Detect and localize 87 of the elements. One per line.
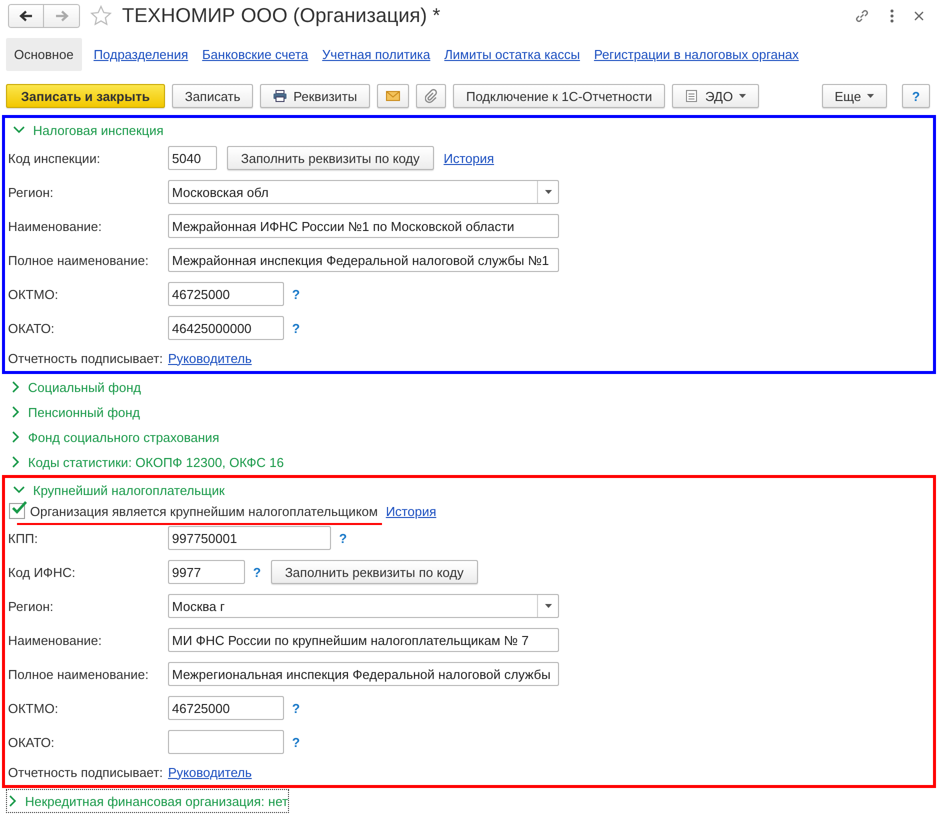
signer-link[interactable]: Руководитель bbox=[168, 350, 252, 366]
dropdown-icon bbox=[544, 604, 552, 608]
section-header[interactable]: Пенсионный фонд bbox=[6, 400, 142, 424]
caret-icon bbox=[867, 94, 874, 98]
chevron-right-icon bbox=[12, 406, 20, 418]
region-select[interactable]: Москва г bbox=[168, 594, 559, 618]
chevron-right-icon bbox=[9, 795, 17, 807]
print-button[interactable]: Реквизиты bbox=[260, 84, 370, 108]
input-field[interactable]: Межрайонная инспекция Федеральной налоговой службы №1 bbox=[168, 248, 559, 272]
input-field[interactable]: Межрегиональная инспекция Федеральной налоговой службы bbox=[168, 662, 559, 686]
section-header[interactable]: Коды статистики: ОКОПФ 12300, ОКФС 16 bbox=[6, 450, 285, 474]
back-arrow-icon bbox=[19, 10, 33, 22]
input-field[interactable]: 997750001 bbox=[168, 526, 331, 550]
save-and-close-button[interactable]: Записать и закрыть bbox=[6, 84, 165, 108]
field-label: ОКАТО: bbox=[7, 320, 56, 336]
history-link[interactable]: История bbox=[386, 504, 436, 518]
help-link[interactable]: ? bbox=[292, 734, 300, 750]
checkbox-label[interactable]: Организация является крупнейшим налогоплательщиком bbox=[30, 504, 378, 518]
field-label: Код ИФНС: bbox=[7, 564, 76, 580]
paperclip-icon bbox=[425, 89, 438, 103]
document-icon bbox=[685, 89, 700, 103]
email-button[interactable] bbox=[377, 84, 410, 108]
checkbox[interactable] bbox=[9, 503, 25, 519]
window-title: ТЕХНОМИР ООО (Организация) * bbox=[122, 4, 440, 28]
field-label: Наименование: bbox=[7, 632, 103, 648]
tab[interactable]: Регистрации в налоговых органах bbox=[592, 38, 801, 70]
chevron-right-icon bbox=[12, 381, 20, 393]
link-icon[interactable] bbox=[854, 8, 870, 24]
fill-by-code-button[interactable]: Заполнить реквизиты по коду bbox=[227, 146, 434, 170]
section-header[interactable]: Социальный фонд bbox=[6, 375, 142, 399]
star-icon[interactable] bbox=[90, 5, 112, 27]
field-label: КПП: bbox=[7, 530, 39, 546]
field-label: Полное наименование: bbox=[7, 252, 150, 268]
help-link[interactable]: ? bbox=[292, 286, 300, 302]
field-label: ОКТМО: bbox=[7, 700, 60, 716]
more-menu-button[interactable]: Еще bbox=[822, 84, 888, 108]
more-icon[interactable] bbox=[890, 9, 894, 23]
tab[interactable]: Основное bbox=[6, 38, 82, 70]
caret-icon bbox=[738, 94, 746, 98]
tab[interactable]: Подразделения bbox=[92, 38, 190, 70]
input-field[interactable]: Межрайонная ИФНС России №1 по Московской области bbox=[168, 214, 559, 238]
dropdown-icon bbox=[544, 190, 552, 194]
signer-link[interactable]: Руководитель bbox=[168, 764, 252, 780]
field-label: Полное наименование: bbox=[7, 666, 150, 682]
edo-menu-button[interactable]: ЭДО bbox=[672, 84, 759, 108]
field-label: ОКТМО: bbox=[7, 286, 60, 302]
chevron-right-icon bbox=[12, 431, 20, 443]
help-link[interactable]: ? bbox=[253, 564, 261, 580]
fill-by-code-button[interactable]: Заполнить реквизиты по коду bbox=[270, 560, 478, 584]
attach-button[interactable] bbox=[416, 84, 446, 108]
help-link[interactable]: ? bbox=[292, 320, 300, 336]
section-header[interactable]: Налоговая инспекция bbox=[7, 119, 165, 141]
chevron-down-icon bbox=[13, 486, 25, 494]
input-field[interactable]: МИ ФНС России по крупнейшим налогоплательщикам № 7 bbox=[168, 628, 559, 652]
field-label: Наименование: bbox=[7, 218, 103, 234]
field-label: Отчетность подписывает: bbox=[7, 350, 164, 366]
chevron-down-icon bbox=[13, 126, 25, 134]
input-field[interactable]: 46725000 bbox=[168, 282, 284, 306]
input-field[interactable]: 5040 bbox=[168, 146, 217, 170]
field-label: Регион: bbox=[7, 598, 54, 614]
section-header[interactable]: Фонд социального страхования bbox=[6, 425, 220, 449]
help-button[interactable]: ? bbox=[902, 84, 930, 108]
section-header[interactable]: Некредитная финансовая организация: нет bbox=[6, 789, 290, 813]
field-label: Регион: bbox=[7, 184, 54, 200]
tab[interactable]: Учетная политика bbox=[320, 38, 432, 70]
chevron-right-icon bbox=[12, 456, 20, 468]
input-field[interactable]: 46425000000 bbox=[168, 316, 284, 340]
field-label: Отчетность подписывает: bbox=[7, 764, 164, 780]
printer-icon bbox=[273, 90, 288, 102]
input-field[interactable] bbox=[168, 730, 284, 754]
toolbar-button[interactable]: Записать bbox=[172, 84, 254, 108]
field-label: Код инспекции: bbox=[7, 150, 102, 166]
section-header[interactable]: Крупнейший налогоплательщик bbox=[7, 479, 226, 501]
envelope-icon bbox=[386, 91, 400, 101]
back-button[interactable] bbox=[8, 4, 44, 28]
history-link[interactable]: История bbox=[444, 150, 494, 166]
close-icon[interactable] bbox=[914, 11, 924, 21]
region-select[interactable]: Московская обл bbox=[168, 180, 559, 204]
help-link[interactable]: ? bbox=[292, 700, 300, 716]
help-link[interactable]: ? bbox=[339, 530, 347, 546]
forward-arrow-icon bbox=[54, 10, 68, 22]
input-field[interactable]: 46725000 bbox=[168, 696, 284, 720]
input-field[interactable]: 9977 bbox=[168, 560, 245, 584]
tab[interactable]: Банковские счета bbox=[200, 38, 310, 70]
toolbar-button[interactable]: Подключение к 1С-Отчетности bbox=[453, 84, 666, 108]
field-label: ОКАТО: bbox=[7, 734, 56, 750]
tab[interactable]: Лимиты остатка кассы bbox=[442, 38, 582, 70]
